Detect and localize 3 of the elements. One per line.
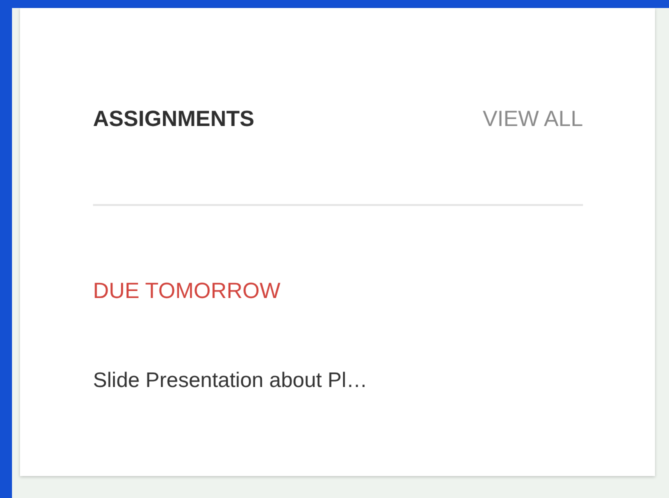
card-title: ASSIGNMENTS <box>93 105 254 133</box>
due-heading: DUE TOMORROW <box>93 277 282 305</box>
assignment-item[interactable]: Slide Presentation about Pl… <box>93 366 583 396</box>
